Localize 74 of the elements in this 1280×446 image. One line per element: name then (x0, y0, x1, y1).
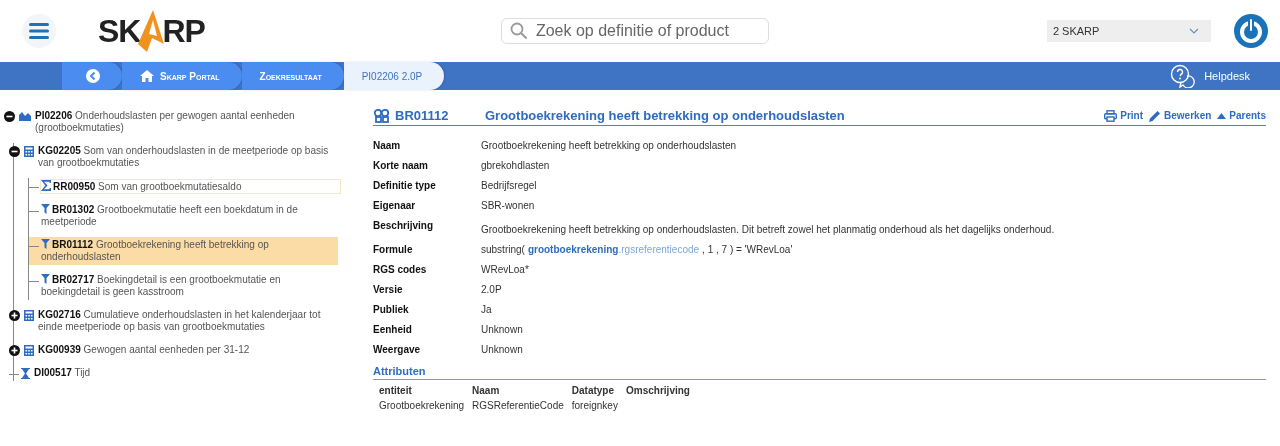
search-icon (509, 22, 528, 40)
expand-icon[interactable] (9, 345, 20, 356)
definition-code: BR01112 (395, 108, 450, 123)
tree-item[interactable]: KG00939 Gewogen aantal eenheden per 31-12 (9, 342, 344, 358)
field-value: Grootboekrekening heeft betrekking op onderhoudslasten (481, 140, 738, 152)
field-value: Bedrijfsregel (481, 180, 538, 192)
tree-item[interactable]: PI02206 Onderhoudslasten per gewogen aantal eenheden (grootboekmutaties) (4, 108, 344, 136)
column-header: Naam (472, 383, 572, 398)
edit-link[interactable]: Bewerken (1149, 109, 1212, 122)
tree-item[interactable]: BR01302 Grootboekmutatie heeft een boekdatum in de meetperiode (29, 202, 344, 230)
logo: SK RP (98, 9, 205, 53)
tree-item[interactable]: BR01112 Grootboekrekening heeft betrekking op onderhoudslasten (29, 237, 338, 265)
search-field[interactable]: Zoek op definitie of product (500, 18, 769, 44)
field-label: Publiek (373, 304, 410, 316)
tree-item[interactable]: KG02205 Som van onderhoudslasten in de meetperiode op basis van grootboekmutaties (9, 143, 344, 171)
tree-item[interactable]: DI00517 Tijd (9, 365, 344, 381)
filter-icon (41, 239, 50, 249)
column-header: Omschrijving (626, 384, 691, 398)
field-label: Eigenaar (373, 200, 417, 212)
table-cell: RGSReferentieCode (472, 400, 564, 411)
back-button[interactable] (62, 62, 122, 90)
menu-button[interactable] (22, 14, 56, 48)
table-cell: foreignkey (571, 400, 618, 411)
definition-title: Grootboekrekening heeft betrekking op onderhoudslasten (485, 108, 846, 123)
field-value: Ja (481, 304, 493, 316)
field-value: SBR-wonen (481, 200, 536, 212)
calculator-icon (24, 146, 34, 157)
field-value: WRevLoa* (481, 264, 530, 276)
field-value: 2.0P (481, 284, 503, 296)
field-label: RGS codes (373, 264, 428, 276)
field-label: Weergave (373, 344, 422, 356)
field-label: Beschrijving (373, 220, 435, 233)
calculator-icon (24, 345, 34, 356)
table-cell: Grootboekrekening (379, 400, 465, 411)
field-label: Versie (373, 284, 404, 296)
breadcrumb-link[interactable]: PI02206 2.0P (343, 62, 445, 90)
tree-item[interactable]: BR02717 Boekingdetail is een grootboekmutatie en boekingdetail is geen kasstroom (29, 272, 344, 300)
shapes-icon (373, 108, 391, 123)
tree-item[interactable]: RR00950 Som van grootboekmutatiesaldo (29, 178, 344, 195)
section-title: Attributen (373, 365, 1266, 380)
calculator-icon (24, 310, 34, 321)
chevron-down-icon (1188, 28, 1199, 34)
print-link[interactable]: Print (1104, 109, 1144, 122)
power-icon[interactable] (1232, 13, 1269, 49)
field-label: Naam (373, 140, 402, 152)
field-value: Unknown (481, 324, 524, 336)
field-value: gbrekohdlasten (481, 160, 551, 172)
tree-item[interactable]: KG02716 Cumulatieve onderhoudslasten in het kalenderjaar tot einde meetperiode op basis van grootboekmutaties (9, 307, 344, 335)
field-value: Unknown (481, 344, 524, 356)
printer-icon (1104, 109, 1118, 122)
formula-text: substring( grootboekrekening.rgsreferentiecode , 1 , 7 ) = 'WRevLoa' (481, 244, 794, 256)
home-icon (140, 70, 154, 82)
column-header: entiteit (379, 383, 473, 398)
expand-icon[interactable] (9, 310, 20, 321)
caret-up-icon (1217, 112, 1227, 119)
organisation-select[interactable]: 2 SKARP (1046, 20, 1211, 42)
field-value: Grootboekrekening heeft betrekking op onderhoudslasten. Dit betreft zowel het planmatig onderhoud als het dagelijks onderhoud. (481, 223, 1056, 236)
filter-icon (41, 274, 50, 284)
collapse-icon[interactable] (4, 111, 15, 122)
parents-link[interactable]: Parents (1217, 109, 1266, 122)
chat-question-icon (1170, 64, 1197, 88)
column-header: Datatype (571, 383, 627, 398)
field-label: Formule (373, 244, 414, 256)
helpdesk-button[interactable]: Helpdesk (1170, 64, 1250, 88)
pencil-icon (1149, 109, 1162, 122)
field-label: Definitie type (373, 180, 437, 192)
collapse-icon[interactable] (9, 146, 20, 157)
filter-icon (41, 204, 50, 214)
field-label: Eenheid (373, 324, 413, 336)
hourglass-icon (21, 368, 30, 379)
menu-icon (29, 22, 49, 40)
indicator-icon (19, 111, 31, 121)
sigma-icon (41, 180, 51, 191)
field-label: Korte naam (373, 160, 429, 172)
